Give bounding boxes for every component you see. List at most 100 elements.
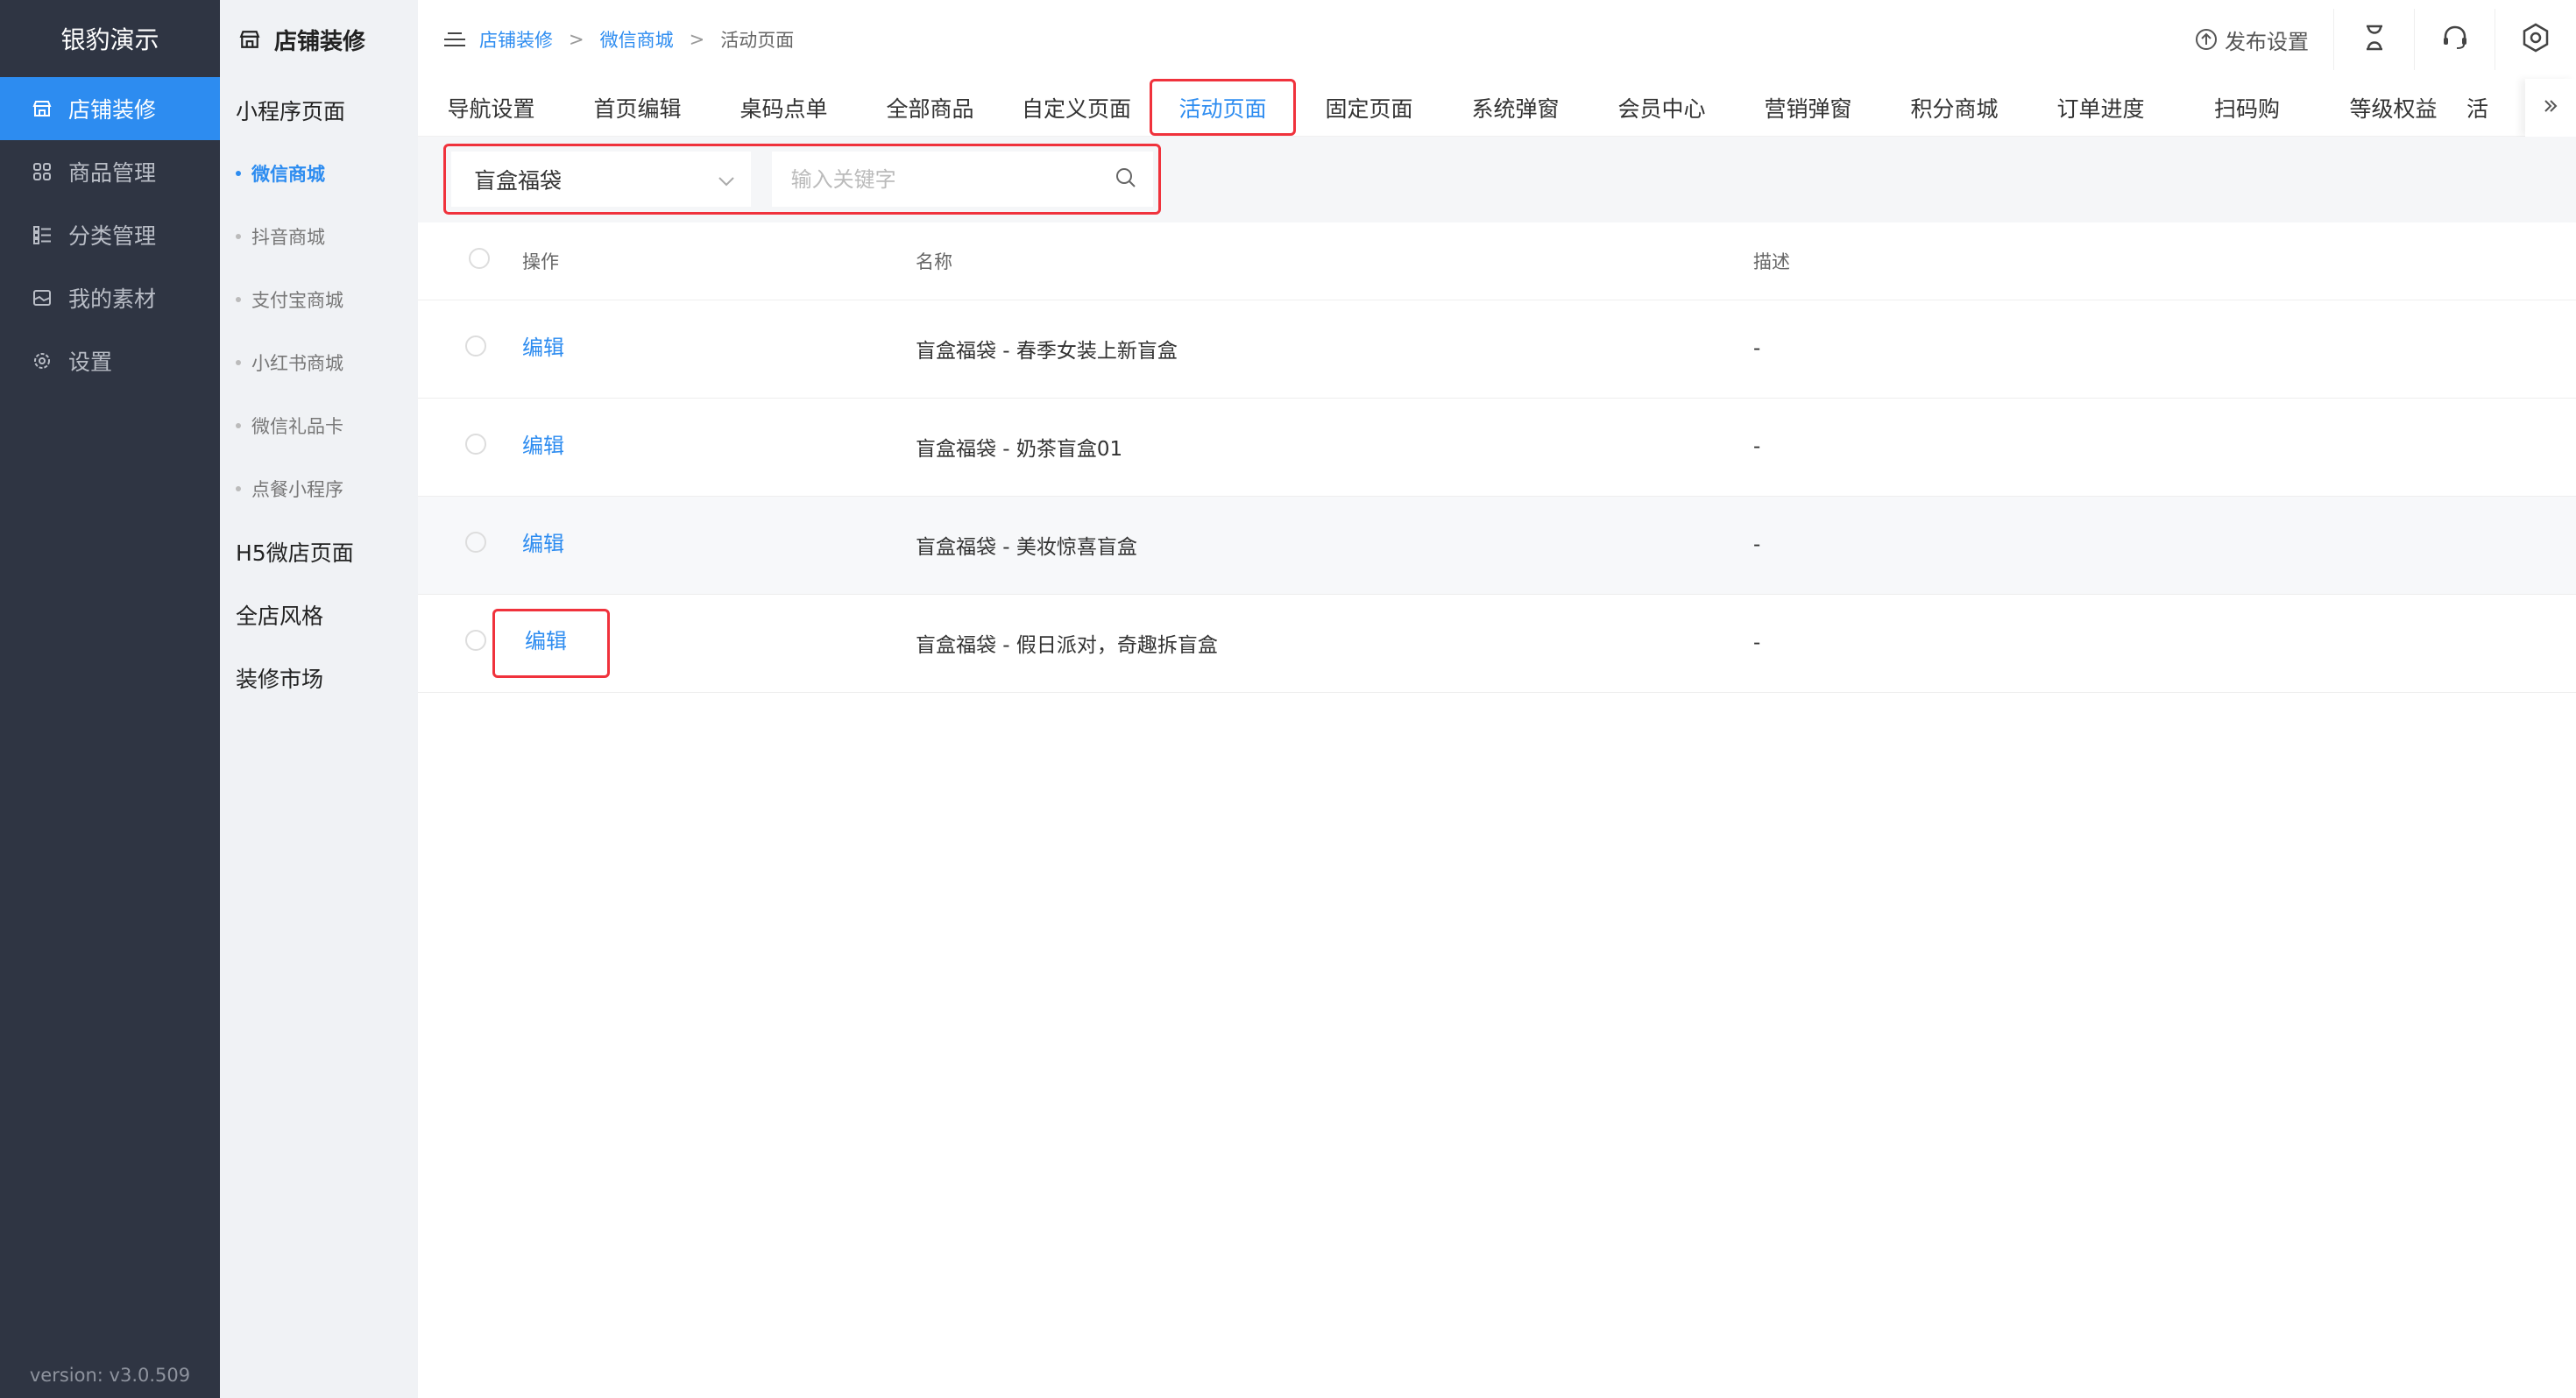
headset-icon [2441,25,2469,54]
sidebar-item-materials[interactable]: 我的素材 [0,266,220,329]
tab-all-products[interactable]: 全部商品 [857,79,1003,136]
tab-activity-page[interactable]: 活动页面 [1150,79,1296,136]
hourglass-icon [2364,25,2385,54]
activity-table: 操作 名称 描述 编辑 盲盒福袋 - 春季女装上新盲盒 - 编辑 盲盒福袋 - … [418,222,2576,693]
search-icon[interactable] [1115,166,1137,193]
tab-fixed-page[interactable]: 固定页面 [1296,79,1442,136]
row-radio[interactable] [465,532,486,553]
hourglass-button[interactable] [2334,9,2415,70]
tab-scan-buy[interactable]: 扫码购 [2174,79,2320,136]
sub-item-label: 小红书商城 [251,353,343,374]
tab-scroll-right-button[interactable] [2525,79,2576,137]
main-content: 店铺装修 > 微信商城 > 活动页面 发布设置 导航设置 首页编辑 桌码点单 全… [418,0,2576,1398]
tab-table-order[interactable]: 桌码点单 [711,79,857,136]
bullet-dot [236,297,241,302]
row-desc: - [1753,594,2576,693]
select-all-cell [418,222,522,300]
sidebar-item-label: 商品管理 [68,160,157,186]
sidebar-item-label: 设置 [68,350,113,375]
page-type-select[interactable]: 盲盒福袋 [451,152,751,207]
store-icon [239,29,260,50]
page-tabs: 导航设置 首页编辑 桌码点单 全部商品 自定义页面 活动页面 固定页面 系统弹窗… [418,79,2576,137]
row-name: 盲盒福袋 - 春季女装上新盲盒 [916,300,1753,399]
main-sidebar: 银豹演示 店铺装修 商品管理 分类管理 我的素材 设置 version: v3.… [0,0,220,1398]
row-name: 盲盒福袋 - 奶茶盲盒01 [916,398,1753,497]
list-icon [32,224,53,245]
row-desc: - [1753,300,2576,399]
settings-button[interactable] [2495,9,2576,70]
sidebar-item-store-decoration[interactable]: 店铺装修 [0,77,220,140]
table-row: 编辑 盲盒福袋 - 春季女装上新盲盒 - [418,300,2576,399]
sub-group-h5[interactable]: H5微店页面 [220,520,418,583]
bullet-dot [236,234,241,239]
table-row: 编辑 盲盒福袋 - 美妆惊喜盲盒 - [418,496,2576,595]
table-row: 编辑 盲盒福袋 - 假日派对，奇趣拆盲盒 - [418,594,2576,693]
sub-item-wechat-mall[interactable]: 微信商城 [220,142,418,205]
edit-link[interactable]: 编辑 [522,526,564,557]
sub-group-store-style[interactable]: 全店风格 [220,583,418,646]
store-icon [32,98,53,119]
row-name: 盲盒福袋 - 美妆惊喜盲盒 [916,496,1753,595]
sub-item-order-miniprogram[interactable]: 点餐小程序 [220,457,418,520]
customer-service-button[interactable] [2415,9,2495,70]
sub-item-douyin-mall[interactable]: 抖音商城 [220,205,418,268]
table-row: 编辑 盲盒福袋 - 奶茶盲盒01 - [418,398,2576,497]
search-box [771,152,1153,207]
tab-order-progress[interactable]: 订单进度 [2028,79,2174,136]
row-desc: - [1753,496,2576,595]
publish-label: 发布设置 [2225,29,2309,54]
breadcrumb-store-decoration[interactable]: 店铺装修 [479,26,553,53]
sub-group-miniprogram[interactable]: 小程序页面 [220,79,418,142]
table-header-row: 操作 名称 描述 [418,222,2576,300]
edit-link[interactable]: 编辑 [525,624,567,654]
select-all-radio[interactable] [469,248,490,270]
sidebar-item-label: 分类管理 [68,223,157,249]
tab-system-popup[interactable]: 系统弹窗 [1442,79,1589,136]
tab-level-benefits[interactable]: 等级权益 [2320,79,2466,136]
image-icon [32,287,53,308]
row-check-cell [418,398,522,497]
menu-icon[interactable] [442,30,467,49]
tab-custom-page[interactable]: 自定义页面 [1003,79,1150,136]
edit-link[interactable]: 编辑 [522,330,564,361]
top-actions: 发布设置 [2177,0,2576,79]
sidebar-item-label: 我的素材 [68,286,157,312]
tab-points-mall[interactable]: 积分商城 [1881,79,2028,136]
edit-link[interactable]: 编辑 [522,428,564,459]
tab-member-center[interactable]: 会员中心 [1589,79,1735,136]
row-name: 盲盒福袋 - 假日派对，奇趣拆盲盒 [916,594,1753,693]
row-radio[interactable] [465,434,486,455]
sub-sidebar-title: 店铺装修 [220,0,418,79]
breadcrumb-separator: > [569,29,584,50]
row-check-cell [418,496,522,595]
gear-icon [32,350,53,371]
sub-item-label: 微信商城 [251,164,325,185]
row-op-cell: 编辑 [522,398,916,497]
tab-navigation[interactable]: 导航设置 [418,79,564,136]
sidebar-item-categories[interactable]: 分类管理 [0,203,220,266]
brand-name: 银豹演示 [60,25,159,54]
top-bar: 店铺装修 > 微信商城 > 活动页面 发布设置 [418,0,2576,79]
publish-settings-button[interactable]: 发布设置 [2177,9,2334,70]
sub-group-decoration-market[interactable]: 装修市场 [220,646,418,710]
sidebar-item-settings[interactable]: 设置 [0,329,220,392]
breadcrumb-wechat-mall[interactable]: 微信商城 [600,26,674,53]
sub-item-label: 微信礼品卡 [251,416,343,437]
sidebar-item-label: 店铺装修 [68,97,157,123]
row-op-cell: 编辑 [492,594,916,693]
sub-item-label: 抖音商城 [251,227,325,248]
tab-homepage[interactable]: 首页编辑 [564,79,711,136]
sub-item-wechat-giftcard[interactable]: 微信礼品卡 [220,394,418,457]
edit-highlight: 编辑 [492,608,610,678]
tab-marketing-popup[interactable]: 营销弹窗 [1735,79,1881,136]
filter-bar: 盲盒福袋 [418,137,2576,222]
row-check-cell [418,300,522,399]
row-radio[interactable] [465,335,486,357]
version-label: version: v3.0.509 [29,1365,191,1386]
sub-item-alipay-mall[interactable]: 支付宝商城 [220,268,418,331]
sub-item-xiaohongshu-mall[interactable]: 小红书商城 [220,331,418,394]
search-input[interactable] [790,166,1107,192]
hexagon-settings-icon [2521,23,2551,56]
row-radio[interactable] [465,630,486,651]
sidebar-item-products[interactable]: 商品管理 [0,140,220,203]
